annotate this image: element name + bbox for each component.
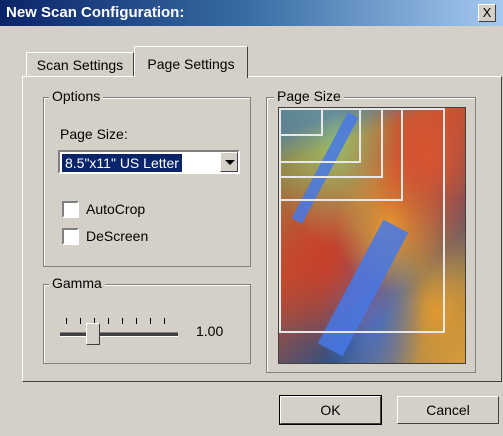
tab-scan-settings-label: Scan Settings	[36, 57, 124, 73]
close-icon: X	[482, 5, 492, 20]
tab-page-settings-label: Page Settings	[147, 56, 235, 72]
title-bar: New Scan Configuration: X	[0, 0, 503, 26]
cancel-button[interactable]: Cancel	[397, 396, 499, 424]
close-button[interactable]: X	[478, 4, 496, 22]
tab-panel	[22, 76, 502, 382]
window-title: New Scan Configuration:	[6, 4, 185, 21]
tab-page-settings[interactable]: Page Settings	[134, 46, 248, 78]
ok-button[interactable]: OK	[279, 395, 382, 425]
tab-scan-settings[interactable]: Scan Settings	[26, 52, 134, 78]
